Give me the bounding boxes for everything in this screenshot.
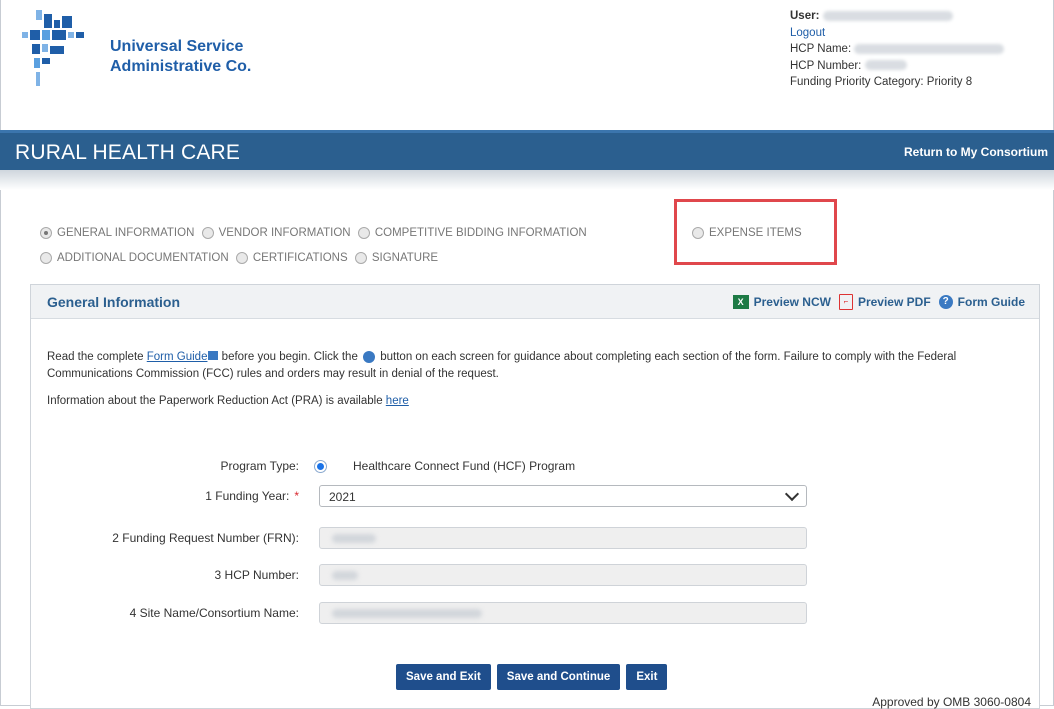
help-icon: ? (938, 295, 953, 309)
intro-text: Read the complete Form Guide before you … (47, 349, 1022, 383)
help-icon (363, 350, 376, 363)
save-and-exit-button[interactable]: Save and Exit (396, 664, 491, 690)
excel-icon: X (732, 295, 749, 309)
redacted-hcp-name (854, 43, 1005, 54)
hcp-name-label: HCP Name: (790, 43, 852, 55)
step-signature[interactable]: SIGNATURE (354, 247, 439, 269)
frn-row: 2 Funding Request Number (FRN): (31, 527, 1041, 549)
step-label: ADDITIONAL DOCUMENTATION (57, 252, 229, 264)
hcp-number-row: 3 HCP Number: (31, 564, 1041, 586)
priority-text: Funding Priority Category: Priority 8 (790, 76, 973, 88)
step-vendor-information[interactable]: VENDOR INFORMATION (201, 222, 351, 244)
logo-line-1: Universal Service (110, 38, 244, 55)
program-title: RURAL HEALTH CARE (15, 141, 241, 164)
step-label: COMPETITIVE BIDDING INFORMATION (374, 227, 587, 239)
panel-header: General Information X Preview NCW ⌐ Previe… (31, 285, 1039, 319)
program-type-label: Program Type: (220, 459, 299, 473)
panel-tools: X Preview NCW ⌐ Preview PDF ? Form Guide (725, 294, 1025, 310)
chevron-down-icon (784, 486, 800, 502)
step-radio-icon (201, 227, 214, 239)
step-competitive-bidding-information[interactable]: COMPETITIVE BIDDING INFORMATION (357, 222, 587, 244)
funding-year-label: 1 Funding Year: * (205, 489, 299, 503)
program-type-radio[interactable] (314, 460, 327, 473)
pdf-icon: ⌐ (838, 294, 853, 310)
form-guide-inline-link[interactable]: Form Guide (147, 351, 208, 363)
pra-text: Information about the Paperwork Reductio… (47, 395, 409, 407)
redacted-site-name (332, 609, 482, 618)
hcp-number-field-label: 3 HCP Number: (214, 568, 299, 582)
preview-pdf-link[interactable]: ⌐ Preview PDF (838, 294, 931, 310)
intro-part-2: before you begin. Click the (221, 351, 358, 363)
logo-text: Universal Service Administrative Co. (110, 37, 251, 77)
return-to-consortium-link[interactable]: Return to My Consortium (904, 145, 1048, 159)
step-radio-icon (40, 252, 52, 264)
site-name-field[interactable] (319, 602, 807, 624)
user-info: User: Logout HCP Name: HCP Number: Fundi… (790, 8, 1005, 91)
form-guide-link[interactable]: ? Form Guide (938, 295, 1025, 309)
external-link-icon (208, 351, 219, 360)
program-banner: RURAL HEALTH CARE Return to My Consortiu… (0, 130, 1054, 170)
step-certifications[interactable]: CERTIFICATIONS (235, 247, 348, 269)
step-label: SIGNATURE (371, 252, 439, 264)
general-information-panel: General Information X Preview NCW ⌐ Previe… (30, 284, 1040, 709)
site-name-label: 4 Site Name/Consortium Name: (129, 606, 299, 620)
funding-year-row: 1 Funding Year: * 2021 (31, 485, 1041, 507)
exit-button[interactable]: Exit (626, 664, 668, 690)
redacted-username (822, 10, 953, 21)
hcp-number-label: HCP Number: (790, 59, 862, 72)
step-radio-icon (40, 227, 52, 239)
preview-ncw-label: Preview NCW (753, 295, 831, 309)
required-marker: * (294, 489, 299, 503)
step-additional-documentation[interactable]: ADDITIONAL DOCUMENTATION (40, 247, 229, 269)
funding-year-select[interactable]: 2021 (319, 485, 807, 507)
expense-items-highlight (674, 199, 837, 265)
form-guide-label: Form Guide (957, 295, 1025, 309)
logout-link[interactable]: Logout (790, 27, 825, 39)
site-name-row: 4 Site Name/Consortium Name: (31, 602, 1041, 624)
funding-year-label-text: 1 Funding Year: (205, 489, 290, 503)
logo-line-2: Administrative Co. (110, 58, 252, 75)
preview-pdf-label: Preview PDF (857, 295, 931, 309)
form-actions: Save and Exit Save and Continue Exit (396, 664, 673, 690)
funding-year-value: 2021 (329, 490, 356, 504)
redacted-hcp-number-value (332, 571, 358, 580)
program-type-value: Healthcare Connect Fund (HCF) Program (353, 459, 576, 473)
step-radio-icon (354, 252, 367, 264)
pra-label: Information about the Paperwork Reductio… (47, 395, 383, 407)
step-general-information[interactable]: GENERAL INFORMATION (40, 222, 194, 244)
step-radio-icon (235, 252, 248, 264)
panel-title: General Information (47, 294, 181, 310)
step-radio-icon (357, 227, 370, 239)
hcp-number-field[interactable] (319, 564, 807, 586)
redacted-frn (332, 534, 376, 543)
banner-shadow (0, 170, 1054, 190)
pra-here-link[interactable]: here (386, 395, 409, 407)
intro-part-1: Read the complete (47, 351, 144, 363)
step-label: VENDOR INFORMATION (218, 227, 351, 239)
program-type-row: Program Type: Healthcare Connect Fund (H… (31, 455, 1041, 477)
preview-ncw-link[interactable]: X Preview NCW (732, 295, 831, 309)
user-label: User: (790, 10, 820, 22)
frn-field[interactable] (319, 527, 807, 549)
frn-label: 2 Funding Request Number (FRN): (112, 531, 299, 545)
save-and-continue-button[interactable]: Save and Continue (496, 664, 621, 690)
step-label: GENERAL INFORMATION (57, 227, 195, 239)
step-label: CERTIFICATIONS (252, 252, 348, 264)
redacted-hcp-number (864, 60, 907, 71)
usac-logo-mark-icon (22, 10, 84, 86)
